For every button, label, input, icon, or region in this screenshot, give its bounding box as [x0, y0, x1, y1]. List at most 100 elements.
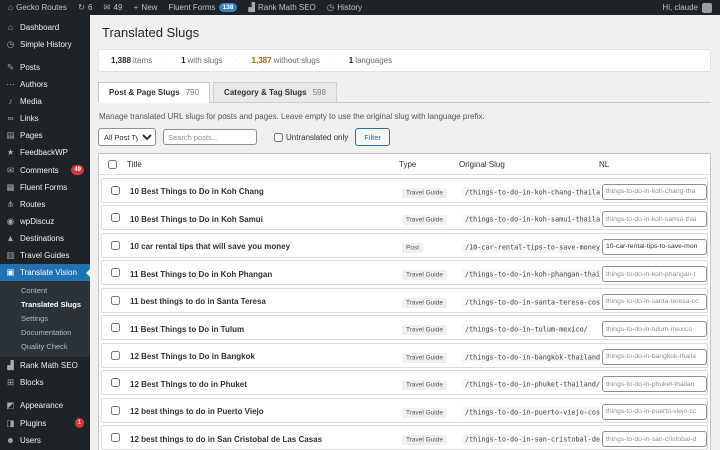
- sidebar-item-pages[interactable]: ▤ Pages: [0, 127, 90, 144]
- simple-history-icon: ◷: [6, 39, 15, 50]
- post-title-link[interactable]: 12 Best Things to do in Phuket: [130, 380, 247, 389]
- untranslated-only-toggle[interactable]: Untranslated only: [274, 132, 348, 142]
- row-nl-cell: [600, 318, 707, 338]
- admin-bar-fluent-forms[interactable]: Fluent Forms 138: [168, 3, 238, 12]
- post-type-select[interactable]: All Post Types: [98, 128, 156, 146]
- post-title-link[interactable]: 11 best things to do in Santa Teresa: [130, 297, 266, 306]
- original-slug: /things-to-do-in-phuket-thailand/: [462, 379, 600, 390]
- admin-bar-history[interactable]: ◷ History: [327, 3, 362, 12]
- tab-post-page-slugs[interactable]: Post & Page Slugs 790: [98, 82, 211, 103]
- nl-slug-input[interactable]: [602, 293, 707, 310]
- sidebar-item-dashboard[interactable]: ⌂ Dashboard: [0, 19, 90, 36]
- translate-vision-icon: ▣: [6, 267, 15, 278]
- sidebar-item-destinations[interactable]: ▲ Destinations: [0, 230, 90, 247]
- sidebar-item-links[interactable]: ∞ Links: [0, 110, 90, 127]
- feedbackwp-icon: ★: [6, 147, 15, 158]
- post-title-link[interactable]: 12 Best Things to Do in Bangkok: [130, 352, 255, 361]
- page-title: Translated Slugs: [102, 25, 200, 40]
- post-title-link[interactable]: 11 Best Things to Do in Koh Phangan: [130, 270, 272, 279]
- sidebar-item-translate-vision[interactable]: ▣ Translate Vision: [0, 264, 90, 281]
- original-slug: /10-car-rental-tips-to-save-money/: [462, 241, 600, 253]
- untranslated-only-checkbox[interactable]: [274, 132, 283, 142]
- nl-slug-input[interactable]: [602, 403, 707, 420]
- updates-icon: ↻: [77, 2, 85, 13]
- row-checkbox-cell: [102, 295, 128, 305]
- admin-bar-comments[interactable]: ✉ 49: [103, 3, 122, 12]
- sidebar-item-comments[interactable]: ✉ Comments 49: [0, 161, 90, 179]
- admin-bar-user-menu[interactable]: Hi, claude: [662, 2, 712, 13]
- submenu-item-content[interactable]: Content: [0, 283, 90, 297]
- search-input[interactable]: [163, 129, 257, 145]
- table-row: 11 Best Things to Do in Tulum Travel Guid…: [101, 315, 708, 340]
- admin-bar-rank-math[interactable]: ▟ Rank Math SEO: [248, 3, 315, 12]
- row-checkbox-cell: [102, 350, 128, 360]
- admin-bar-new[interactable]: + New: [133, 3, 157, 12]
- row-checkbox[interactable]: [110, 268, 120, 277]
- nl-slug-input[interactable]: [602, 348, 707, 365]
- submenu-item-settings[interactable]: Settings: [0, 311, 90, 325]
- tab-label: Post & Page Slugs: [109, 88, 180, 97]
- sidebar-item-travel-guides[interactable]: ▥ Travel Guides: [0, 247, 90, 264]
- sidebar-item-plugins[interactable]: ◨ Plugins 1: [0, 414, 90, 432]
- row-checkbox[interactable]: [110, 405, 120, 415]
- row-checkbox[interactable]: [110, 350, 120, 360]
- nl-slug-input[interactable]: [602, 376, 707, 393]
- nl-slug-input[interactable]: [602, 183, 707, 200]
- post-title-link[interactable]: 10 car rental tips that will save you mo…: [130, 242, 290, 251]
- nl-slug-input[interactable]: [602, 266, 707, 283]
- comments-count: 49: [113, 3, 123, 12]
- filter-button[interactable]: Filter: [355, 128, 390, 146]
- row-nl-cell: [600, 208, 707, 228]
- row-slug-cell: /things-to-do-in-puerto-viejo-costa-rica…: [460, 401, 600, 419]
- plugins-icon: ◨: [6, 417, 15, 428]
- admin-bar-updates[interactable]: ↻ 6: [78, 3, 93, 12]
- submenu-item-translated-slugs[interactable]: Translated Slugs: [0, 297, 90, 311]
- tab-category-tag-slugs[interactable]: Category & Tag Slugs 598: [213, 82, 337, 103]
- nl-slug-input[interactable]: [602, 238, 707, 255]
- row-type-cell: Travel Guide: [400, 181, 460, 199]
- row-nl-cell: [600, 235, 707, 255]
- submenu-item-documentation[interactable]: Documentation: [0, 325, 90, 339]
- sidebar-item-rank-math-seo[interactable]: ▟ Rank Math SEO: [0, 357, 90, 374]
- sidebar-item-appearance[interactable]: ◩ Appearance: [0, 397, 90, 414]
- post-title-link[interactable]: 12 best things to do in Puerto Viejo: [130, 407, 264, 416]
- sidebar-item-feedbackwp[interactable]: ★ FeedbackWP: [0, 144, 90, 161]
- original-slug: /things-to-do-in-tulum-mexico/: [462, 324, 591, 335]
- post-title-link[interactable]: 10 Best Things to Do in Koh Samui: [130, 215, 263, 224]
- row-checkbox[interactable]: [110, 433, 120, 442]
- row-title-cell: 12 best things to do in Puerto Viejo: [128, 401, 400, 419]
- nl-slug-input[interactable]: [602, 321, 707, 338]
- original-slug: /things-to-do-in-santa-teresa-costa-rica…: [462, 296, 600, 308]
- sidebar-item-label: Routes: [20, 200, 46, 209]
- sidebar-item-fluent-forms[interactable]: ▦ Fluent Forms: [0, 179, 90, 196]
- row-checkbox[interactable]: [110, 378, 120, 387]
- nl-slug-input[interactable]: [602, 431, 707, 448]
- sidebar-item-posts[interactable]: ✎ Posts: [0, 59, 90, 76]
- sidebar-item-label: Authors: [20, 80, 48, 89]
- post-title-link[interactable]: 12 best things to do in San Cristobal de…: [130, 435, 322, 444]
- submenu-item-quality-check[interactable]: Quality Check: [0, 339, 90, 353]
- sidebar-item-blocks[interactable]: ⊞ Blocks: [0, 374, 90, 391]
- nl-slug-input[interactable]: [602, 211, 707, 228]
- row-checkbox[interactable]: [110, 213, 120, 222]
- sidebar-item-users[interactable]: ☻ Users: [0, 432, 90, 449]
- sidebar-item-media[interactable]: ♪ Media: [0, 93, 90, 110]
- row-checkbox[interactable]: [110, 240, 120, 250]
- select-all-checkbox[interactable]: [107, 159, 117, 169]
- post-title-link[interactable]: 11 Best Things to Do in Tulum: [130, 325, 244, 334]
- row-slug-cell: /things-to-do-in-koh-phangan-thailand/: [460, 264, 600, 282]
- sidebar-item-label: Media: [20, 97, 42, 106]
- row-checkbox[interactable]: [110, 323, 120, 332]
- row-checkbox[interactable]: [110, 185, 120, 195]
- post-type-badge: Travel Guide: [402, 407, 447, 418]
- sidebar-item-wpdiscuz[interactable]: ◉ wpDiscuz: [0, 213, 90, 230]
- row-slug-cell: /things-to-do-in-bangkok-thailand/: [460, 346, 600, 364]
- row-checkbox[interactable]: [110, 295, 120, 305]
- sidebar-item-simple-history[interactable]: ◷ Simple History: [0, 36, 90, 53]
- sidebar-item-routes[interactable]: ⋔ Routes: [0, 196, 90, 213]
- post-title-link[interactable]: 10 Best Things to Do in Koh Chang: [130, 187, 264, 196]
- sidebar-item-authors[interactable]: ⋯ Authors: [0, 76, 90, 93]
- admin-bar-site[interactable]: ⌂ Gecko Routes: [8, 3, 67, 12]
- row-nl-cell: [600, 263, 707, 283]
- travel-guides-icon: ▥: [6, 250, 15, 261]
